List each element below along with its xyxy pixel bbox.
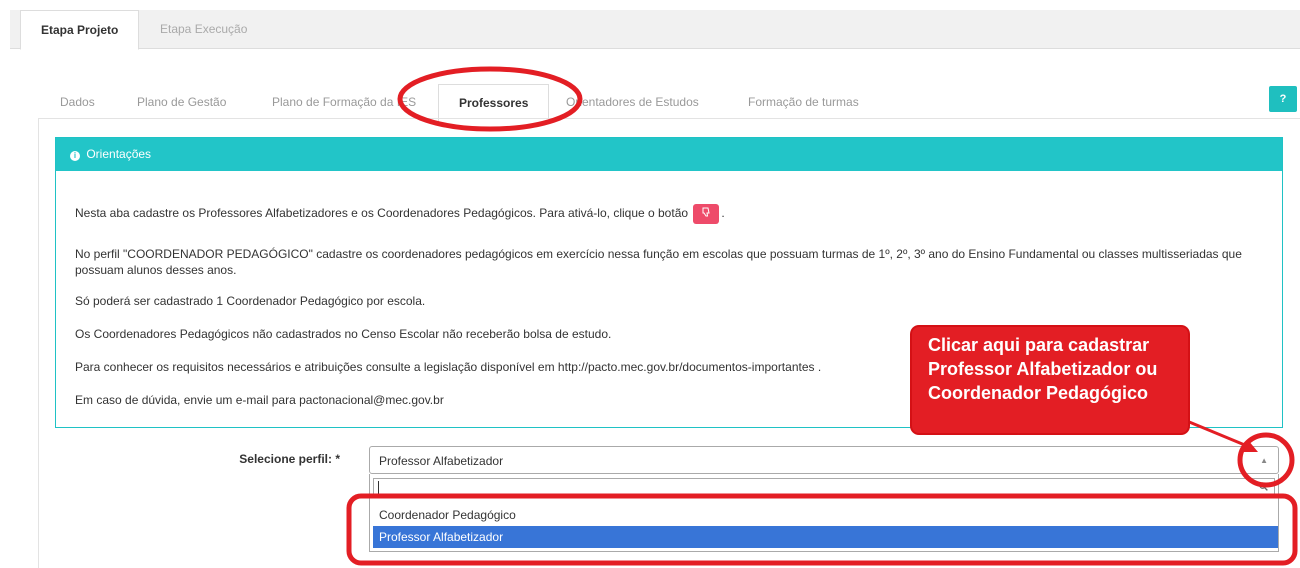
tab-dados[interactable]: Dados [60,84,95,120]
instruction-1-end: . [721,206,725,221]
text-cursor [378,481,379,495]
activate-button[interactable] [693,204,720,224]
callout-line-2: Professor Alfabetizador ou [928,359,1158,379]
caret-up-icon[interactable]: ▲ [1260,447,1268,475]
perfil-label: Selecione perfil: * [239,452,340,466]
perfil-dropdown: Coordenador Pedagógico Professor Alfabet… [369,474,1279,552]
info-icon: i [70,151,80,161]
search-icon [1259,482,1268,491]
perfil-selected-value: Professor Alfabetizador [379,454,504,468]
tab-plano-gestao[interactable]: Plano de Gestão [137,84,226,120]
tab-professores[interactable]: Professores [438,84,550,122]
callout-line-1: Clicar aqui para cadastrar [928,335,1150,355]
tab-etapa-execucao[interactable]: Etapa Execução [140,10,267,48]
instruction-1-text: Nesta aba cadastre os Professores Alfabe… [75,206,689,221]
instruction-3: Só poderá ser cadastrado 1 Coordenador P… [75,294,426,308]
help-button[interactable]: ? [1269,86,1297,112]
help-icon: ? [1279,93,1287,105]
tab-formacao-turmas[interactable]: Formação de turmas [748,84,859,120]
tab-orientadores[interactable]: Orientadores de Estudos [566,84,699,120]
option-coordenador[interactable]: Coordenador Pedagógico [373,504,1278,526]
perfil-search-input[interactable] [373,478,1275,498]
callout-line-3: Coordenador Pedagógico [928,383,1149,403]
tab-etapa-projeto[interactable]: Etapa Projeto [20,10,140,50]
stage-tab-bar: Etapa Projeto Etapa Execução [10,10,1300,50]
perfil-select[interactable]: Professor Alfabetizador ▲ [369,446,1279,474]
option-professor[interactable]: Professor Alfabetizador [373,526,1278,548]
tab-plano-formacao[interactable]: Plano de Formação da IES [272,84,416,120]
instruction-2: No perfil "COORDENADOR PEDAGÓGICO" cadas… [75,247,1242,277]
instruction-1: Nesta aba cadastre os Professores Alfabe… [75,204,1270,224]
annotation-callout: Clicar aqui para cadastrar Professor Alf… [912,327,1188,433]
panel-title: Orientações [86,147,152,161]
panel-header: i Orientações [56,138,1282,171]
thumbs-down-icon [702,207,711,217]
